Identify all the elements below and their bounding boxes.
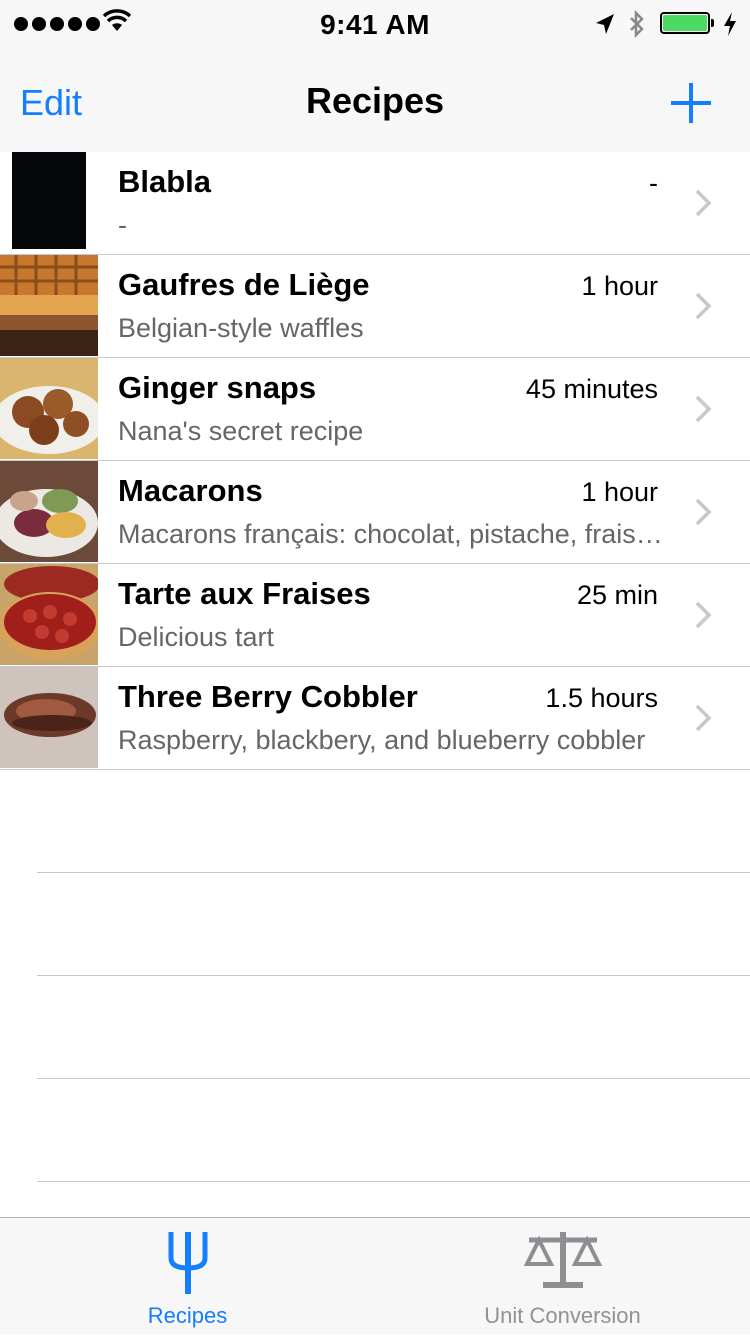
- recipe-title: Blabla: [118, 164, 212, 199]
- recipe-time: 1 hour: [581, 477, 658, 507]
- page-title: Recipes: [305, 80, 445, 121]
- chevron-right-icon: [695, 292, 712, 320]
- recipe-title: Three Berry Cobbler: [118, 679, 418, 714]
- recipe-subtitle: Belgian-style waffles: [118, 313, 364, 343]
- recipe-thumbnail: [0, 564, 98, 665]
- recipe-title: Tarte aux Fraises: [118, 576, 371, 611]
- charging-bolt-icon: [724, 12, 736, 36]
- fork-icon: [168, 1232, 207, 1294]
- recipe-time: 45 minutes: [525, 374, 658, 404]
- table-row[interactable]: Macarons 1 hour Macarons français: choco…: [0, 461, 750, 564]
- recipe-time: 25 min: [576, 580, 658, 610]
- recipe-subtitle: Raspberry, blackbery, and blueberry cobb…: [118, 725, 646, 755]
- chevron-right-icon: [695, 189, 712, 217]
- table-row[interactable]: Three Berry Cobbler 1.5 hours Raspberry,…: [0, 667, 750, 770]
- recipe-subtitle: Nana's secret recipe: [118, 416, 364, 446]
- scale-icon: [523, 1232, 602, 1288]
- recipe-subtitle: -: [118, 210, 127, 240]
- recipe-thumbnail: [0, 152, 98, 253]
- tab-recipes[interactable]: Recipes: [0, 1218, 375, 1335]
- tab-label: Unit Conversion: [484, 1303, 641, 1328]
- tab-unit-conversion[interactable]: Unit Conversion: [375, 1218, 750, 1335]
- recipe-time: -: [649, 168, 658, 198]
- recipe-table: Blabla - - Gaufres de Liège 1 hour Belgi…: [0, 152, 750, 1182]
- recipe-thumbnail: [0, 255, 98, 356]
- chevron-right-icon: [695, 601, 712, 629]
- recipe-title: Ginger snaps: [118, 370, 317, 405]
- table-row[interactable]: Ginger snaps 45 minutes Nana's secret re…: [0, 358, 750, 461]
- table-row[interactable]: Tarte aux Fraises 25 min Delicious tart: [0, 564, 750, 667]
- table-row[interactable]: Gaufres de Liège 1 hour Belgian-style wa…: [0, 255, 750, 358]
- plus-icon[interactable]: [668, 80, 714, 126]
- recipe-title: Gaufres de Liège: [118, 267, 370, 302]
- location-arrow-icon: [596, 14, 614, 34]
- recipe-thumbnail: [0, 461, 98, 562]
- chevron-right-icon: [695, 395, 712, 423]
- recipe-title: Macarons: [118, 473, 263, 508]
- chevron-right-icon: [695, 704, 712, 732]
- bluetooth-icon: [630, 10, 644, 38]
- recipe-thumbnail: [0, 358, 98, 459]
- recipe-thumbnail: [0, 667, 98, 768]
- recipe-subtitle: Macarons français: chocolat, pistache, f…: [118, 519, 670, 549]
- battery-icon: [660, 12, 714, 36]
- recipe-time: 1.5 hours: [545, 683, 658, 713]
- navigation-bar: Edit Recipes: [0, 40, 750, 153]
- recipe-subtitle: Delicious tart: [118, 622, 275, 652]
- table-row[interactable]: Blabla - -: [0, 152, 750, 255]
- chevron-right-icon: [695, 498, 712, 526]
- status-bar: 9:41 AM: [0, 0, 750, 40]
- recipe-time: 1 hour: [581, 271, 658, 301]
- empty-row: [0, 976, 750, 1079]
- tab-bar: Recipes Unit Conversion: [0, 1217, 750, 1334]
- empty-row: [0, 1079, 750, 1182]
- empty-row: [0, 873, 750, 976]
- empty-row: [0, 770, 750, 873]
- tab-label: Recipes: [147, 1303, 228, 1328]
